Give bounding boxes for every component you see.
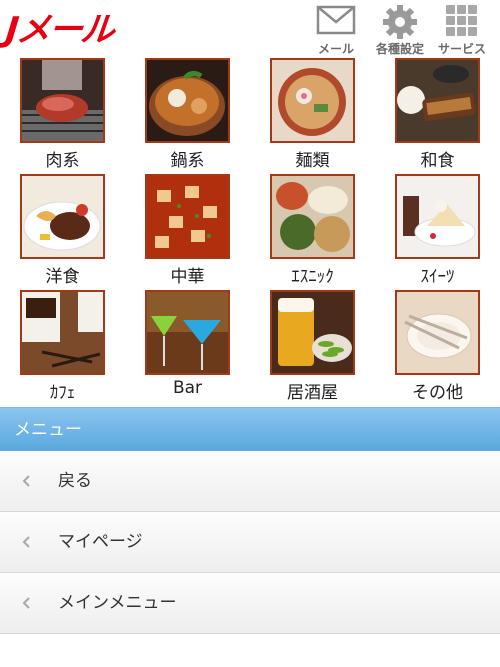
footer-spacer: [0, 634, 500, 667]
category-ethnic[interactable]: ｴｽﾆｯｸ: [250, 174, 375, 290]
category-label: ｽｲｰﾂ: [420, 267, 455, 287]
category-label: ｶﾌｪ: [49, 383, 76, 403]
category-bar[interactable]: Bar: [125, 290, 250, 406]
category-japanese[interactable]: 和食: [375, 58, 500, 174]
category-label: 肉系: [45, 151, 80, 171]
beer-edamame-photo: [270, 290, 355, 375]
app-header: Jメール メール 各種設定 サービス: [0, 0, 500, 58]
category-meat[interactable]: 肉系: [0, 58, 125, 174]
category-label: 居酒屋: [287, 383, 338, 403]
category-label: Bar: [172, 378, 203, 398]
mapo-tofu-photo: [145, 174, 230, 259]
category-izakaya[interactable]: 居酒屋: [250, 290, 375, 406]
category-label: 中華: [170, 267, 205, 287]
menu-item-back[interactable]: 戻る: [0, 451, 500, 512]
grid-icon: [446, 5, 477, 36]
menu-item-mypage[interactable]: マイページ: [0, 512, 500, 573]
ramen-photo: [270, 58, 355, 143]
japanese-meal-photo: [395, 58, 480, 143]
mail-label: メール: [317, 42, 354, 56]
menu-header: メニュー: [0, 407, 500, 451]
menu-item-label: マイページ: [58, 532, 143, 552]
chevron-left-icon: [22, 475, 30, 487]
category-noodles[interactable]: 麺類: [250, 58, 375, 174]
category-sweets[interactable]: ｽｲｰﾂ: [375, 174, 500, 290]
sweets-photo: [395, 174, 480, 259]
chevron-left-icon: [22, 536, 30, 548]
category-label: その他: [412, 383, 463, 403]
category-western[interactable]: 洋食: [0, 174, 125, 290]
services-label: サービス: [437, 42, 486, 56]
settings-label: 各種設定: [375, 42, 424, 56]
category-other[interactable]: その他: [375, 290, 500, 406]
menu-item-label: メインメニュー: [58, 593, 177, 613]
menu-item-main-menu[interactable]: メインメニュー: [0, 573, 500, 634]
category-label: 麺類: [295, 151, 330, 171]
category-label: 洋食: [45, 267, 80, 287]
hot-pot-photo: [145, 58, 230, 143]
category-label: 和食: [420, 151, 455, 171]
category-label: ｴｽﾆｯｸ: [291, 267, 334, 287]
settings-button[interactable]: 各種設定: [368, 2, 432, 56]
mail-button[interactable]: メール: [304, 2, 368, 56]
coffee-photo: [20, 290, 105, 375]
empty-plate-photo: [395, 290, 480, 375]
hamburg-steak-photo: [20, 174, 105, 259]
category-label: 鍋系: [170, 151, 205, 171]
chevron-left-icon: [22, 597, 30, 609]
menu-item-label: 戻る: [58, 471, 92, 491]
envelope-icon: [316, 5, 356, 35]
ethnic-food-photo: [270, 174, 355, 259]
jmail-logo[interactable]: Jメール: [4, 10, 115, 50]
category-hotpot[interactable]: 鍋系: [125, 58, 250, 174]
grilled-meat-photo: [20, 58, 105, 143]
logo-text: Jメール: [3, 10, 115, 50]
cocktail-photo: [145, 290, 230, 375]
services-button[interactable]: サービス: [430, 2, 494, 56]
category-cafe[interactable]: ｶﾌｪ: [0, 290, 125, 406]
category-chinese[interactable]: 中華: [125, 174, 250, 290]
gear-icon: [383, 5, 417, 39]
